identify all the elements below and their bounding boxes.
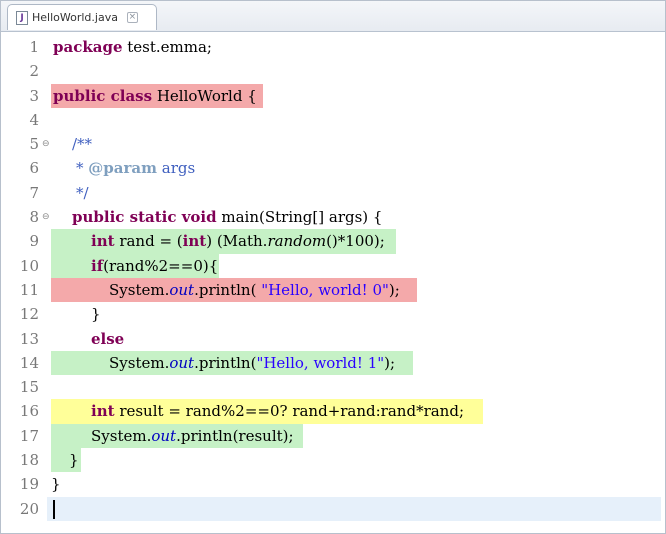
line-text: else [91, 329, 125, 348]
editor-tab-helloworld[interactable]: J HelloWorld.java × [7, 4, 157, 30]
code-line: 17 System.out.println(result); [1, 423, 665, 449]
line-number: 1 [29, 38, 39, 56]
line-number: 20 [19, 499, 39, 518]
line-number: 10 [19, 256, 39, 275]
line-number: 16 [19, 402, 39, 421]
code-line: 4 [1, 108, 665, 132]
java-file-icon: J [16, 10, 28, 25]
code-line: 19 } [1, 472, 665, 496]
line-number: 14 [19, 353, 39, 372]
line-text: public static void main(String[] args) { [72, 208, 383, 227]
code-line: 14 System.out.println("Hello, world! 1")… [1, 350, 665, 376]
fold-collapse-icon[interactable]: ⊖ [42, 205, 50, 229]
line-text: package test.emma; [53, 38, 212, 56]
code-line: 15 [1, 375, 665, 399]
line-number: 7 [29, 183, 39, 202]
close-icon[interactable]: × [126, 12, 138, 23]
line-number: 17 [19, 426, 39, 445]
line-number: 19 [19, 475, 39, 494]
line-text: if(rand%2==0){ [91, 256, 219, 275]
code-line: 18 } [1, 448, 665, 473]
line-text: } [69, 451, 79, 470]
line-number: 8 [29, 208, 39, 227]
line-number: 6 [29, 159, 39, 178]
line-text: public class HelloWorld { [53, 86, 257, 105]
code-line: 7 */ [1, 181, 665, 205]
line-number: 13 [19, 329, 39, 348]
editor-tab-bar: J HelloWorld.java × [1, 1, 665, 32]
tab-title: HelloWorld.java [32, 11, 118, 24]
line-text: int result = rand%2==0? rand+rand:rand*r… [91, 402, 464, 421]
line-number: 11 [19, 280, 39, 299]
line-text: System.out.println("Hello, world! 1"); [109, 353, 396, 372]
code-area[interactable]: 1 package test.emma; 2 3 public class He… [1, 35, 665, 521]
code-line: 12 } [1, 302, 665, 326]
code-line: 5 ⊖ /** [1, 132, 665, 156]
line-number: 9 [29, 232, 39, 251]
line-number: 15 [19, 378, 39, 397]
code-line: 6 * @param args [1, 156, 665, 180]
line-number: 5 [29, 135, 39, 154]
line-number: 2 [29, 62, 39, 81]
java-editor: J HelloWorld.java × 1 package test.emma;… [0, 0, 666, 534]
line-text: /** [72, 135, 93, 154]
code-line: 2 [1, 59, 665, 83]
line-number: 3 [29, 86, 39, 105]
line-text: System.out.println( "Hello, world! 0"); [109, 280, 400, 299]
code-line: 13 else [1, 327, 665, 351]
current-line-highlight [47, 496, 661, 521]
line-text: System.out.println(result); [91, 426, 294, 445]
text-cursor [53, 499, 55, 519]
code-line: 9 int rand = (int) (Math.random()*100); [1, 229, 665, 254]
line-text: } [91, 305, 101, 324]
fold-collapse-icon[interactable]: ⊖ [42, 132, 50, 156]
line-number: 12 [19, 305, 39, 324]
line-text: * @param args [76, 159, 196, 178]
line-number: 18 [19, 451, 39, 470]
code-line: 3 public class HelloWorld { [1, 83, 665, 108]
line-text: int rand = (int) (Math.random()*100); [91, 232, 385, 251]
line-number: 4 [29, 110, 39, 129]
code-line-current[interactable]: 20 [1, 496, 665, 521]
line-text: */ [76, 183, 89, 202]
code-line: 10 if(rand%2==0){ [1, 253, 665, 278]
code-line: 1 package test.emma; [1, 35, 665, 59]
line-text: } [51, 475, 61, 494]
code-line: 16 int result = rand%2==0? rand+rand:ran… [1, 399, 665, 424]
code-line: 11 System.out.println( "Hello, world! 0"… [1, 277, 665, 303]
code-line: 8 ⊖ public static void main(String[] arg… [1, 205, 665, 229]
